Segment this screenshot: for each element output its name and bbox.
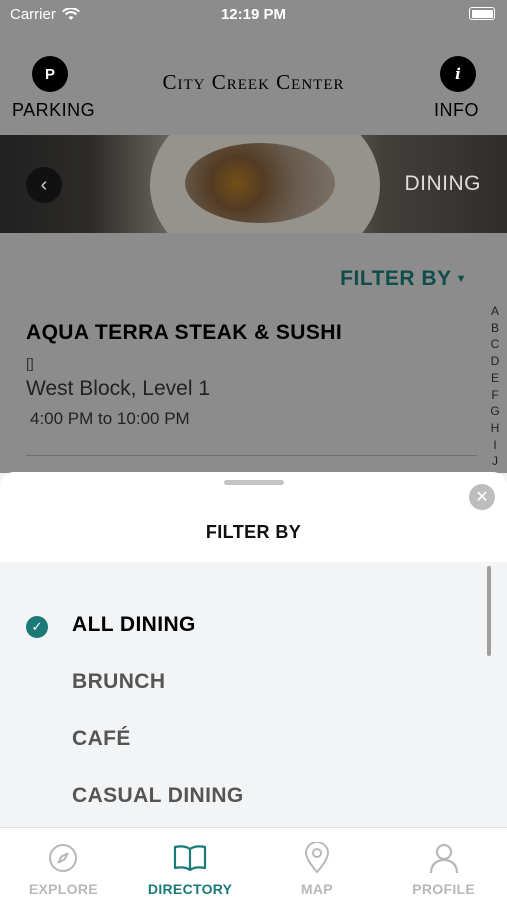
book-icon — [173, 842, 207, 874]
list-item[interactable]: AQUA TERRA STEAK & SUSHI [] West Block, … — [26, 321, 476, 429]
sheet-title: FILTER BY — [205, 522, 302, 542]
tab-bar: EXPLORE DIRECTORY MAP PROFILE — [0, 827, 507, 900]
close-icon: ✕ — [475, 489, 489, 506]
info-label[interactable]: INFO — [434, 100, 479, 121]
tab-profile[interactable]: PROFILE — [380, 828, 507, 900]
listing-placeholder-icon: [] — [26, 355, 34, 371]
banner-title: DINING — [404, 172, 481, 195]
category-banner: ‹ DINING — [0, 135, 507, 233]
alpha-letter[interactable]: H — [491, 420, 500, 437]
filter-option-brunch[interactable]: BRUNCH — [72, 670, 165, 694]
alpha-letter[interactable]: J — [492, 453, 498, 470]
tab-label: EXPLORE — [28, 881, 98, 897]
status-bar: Carrier 12:19 PM — [0, 0, 507, 30]
tab-label: MAP — [300, 881, 333, 897]
status-time: 12:19 PM — [220, 6, 287, 23]
checkmark-icon: ✓ — [26, 616, 48, 638]
close-button[interactable]: ✕ — [469, 484, 495, 510]
alpha-letter[interactable]: E — [491, 370, 499, 387]
alpha-letter[interactable]: D — [491, 353, 500, 370]
tab-map[interactable]: MAP — [254, 828, 381, 900]
map-pin-icon — [303, 842, 331, 874]
alpha-letter[interactable]: C — [491, 336, 500, 353]
tab-label: DIRECTORY — [147, 881, 233, 897]
filter-sheet: ✕ FILTER BY ✓ ALL DINING BRUNCH CAFÉ CAS… — [0, 472, 507, 827]
filter-option-list: ✓ ALL DINING BRUNCH CAFÉ CASUAL DINING — [0, 562, 507, 827]
caret-down-icon: ▼ — [455, 273, 467, 286]
alpha-letter[interactable]: G — [490, 403, 499, 420]
filter-option-all-dining[interactable]: ALL DINING — [72, 613, 196, 637]
info-icon[interactable]: i — [440, 56, 476, 92]
battery-icon — [469, 7, 495, 20]
alpha-letter[interactable]: F — [491, 387, 498, 404]
app-title: City Creek Center — [162, 70, 345, 94]
listing-location: West Block, Level 1 — [26, 377, 211, 400]
scrollbar[interactable] — [487, 566, 491, 656]
listing-name: AQUA TERRA STEAK & SUSHI — [26, 321, 343, 344]
tab-label: PROFILE — [412, 881, 476, 897]
parking-label[interactable]: PARKING — [12, 100, 95, 121]
tab-explore[interactable]: EXPLORE — [0, 828, 127, 900]
filter-option-cafe[interactable]: CAFÉ — [72, 727, 131, 751]
tab-directory[interactable]: DIRECTORY — [127, 828, 254, 900]
directory-content: FILTER BY ▼ A B C D E F G H I J AQUA TERR… — [0, 233, 507, 473]
listing-hours: 4:00 PM to 10:00 PM — [30, 409, 190, 428]
filter-by-button[interactable]: FILTER BY ▼ — [340, 267, 467, 291]
compass-icon — [47, 842, 79, 874]
alphabet-index[interactable]: A B C D E F G H I J — [488, 303, 502, 470]
chevron-left-icon: ‹ — [40, 173, 48, 196]
sheet-drag-handle[interactable] — [224, 480, 284, 485]
alpha-letter[interactable]: B — [491, 320, 499, 337]
app-header: P PARKING City Creek Center i INFO — [0, 30, 507, 135]
list-divider — [26, 455, 477, 456]
alpha-letter[interactable]: I — [493, 437, 496, 454]
filter-option-casual-dining[interactable]: CASUAL DINING — [72, 784, 244, 808]
back-button[interactable]: ‹ — [26, 167, 62, 203]
person-icon — [428, 842, 460, 874]
filter-by-label: FILTER BY — [340, 267, 452, 290]
alpha-letter[interactable]: A — [491, 303, 499, 320]
